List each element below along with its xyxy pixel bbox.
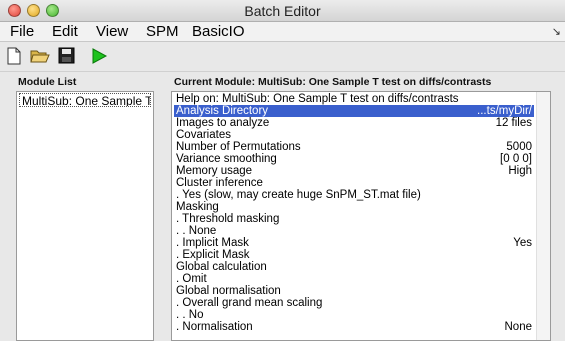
menu-edit[interactable]: Edit [52,23,78,40]
row-label: Covariates [176,129,231,141]
current-module-panel[interactable]: Help on: MultiSub: One Sample T test on … [171,91,551,341]
module-row-memory-usage[interactable]: Memory usage High [174,165,534,177]
row-label: Masking [176,201,219,213]
module-row-images-to-analyze[interactable]: Images to analyze 12 files [174,117,534,129]
row-label: Number of Permutations [176,141,301,153]
row-label: Help on: MultiSub: One Sample T test on … [176,93,459,105]
row-label: . Omit [176,273,207,285]
dock-arrow-icon[interactable]: ↘ [552,25,561,38]
row-label: . Explicit Mask [176,249,250,261]
row-label: Variance smoothing [176,153,277,165]
menu-view[interactable]: View [96,23,128,40]
current-module-label: Current Module: MultiSub: One Sample T t… [174,76,492,88]
module-list-label: Module List [18,76,77,88]
row-value: Yes [513,237,532,249]
module-row-no[interactable]: . . No [174,309,534,321]
module-row-global-calculation[interactable]: Global calculation [174,261,534,273]
row-label: Images to analyze [176,117,270,129]
module-row-threshold-masking[interactable]: . Threshold masking [174,213,534,225]
row-value: 5000 [506,141,532,153]
row-value: 12 files [495,117,532,129]
row-label: Memory usage [176,165,253,177]
module-row-variance-smoothing[interactable]: Variance smoothing [0 0 0] [174,153,534,165]
row-label: . . No [176,309,204,321]
row-label: . Implicit Mask [176,237,249,249]
new-file-icon[interactable] [6,47,26,67]
save-icon[interactable] [58,47,78,67]
menu-spm[interactable]: SPM [146,23,179,40]
window-title: Batch Editor [244,3,321,19]
module-row-normalisation[interactable]: . Normalisation None [174,321,534,333]
row-label: . . None [176,225,217,237]
row-label: Cluster inference [176,177,263,189]
row-label: Global calculation [176,261,267,273]
row-value: ...ts/myDir/ [477,105,532,117]
row-value: [0 0 0] [500,153,532,165]
module-row-masking[interactable]: Masking [174,201,534,213]
row-label: Analysis Directory [176,105,269,117]
module-row-cluster-inference[interactable]: Cluster inference [174,177,534,189]
menu-file[interactable]: File [10,23,34,40]
module-row-analysis-directory[interactable]: Analysis Directory ...ts/myDir/ [174,105,534,117]
row-label: . Normalisation [176,321,253,333]
menu-bar: File Edit View SPM BasicIO ↘ [0,22,565,42]
module-row-yes-slow-may-create-huge-snpm-st-mat-file[interactable]: . Yes (slow, may create huge SnPM_ST.mat… [174,189,534,201]
row-label: . Threshold masking [176,213,280,225]
module-row-global-normalisation[interactable]: Global normalisation [174,285,534,297]
module-list-item[interactable]: MultiSub: One Sample T test on diffs/con… [19,93,151,107]
module-row-explicit-mask[interactable]: . Explicit Mask [174,249,534,261]
row-value: High [508,165,532,177]
row-label: . Overall grand mean scaling [176,297,323,309]
row-label: Global normalisation [176,285,281,297]
menu-basicio[interactable]: BasicIO [192,23,245,40]
open-folder-icon[interactable] [30,47,50,67]
title-bar: Batch Editor [0,0,565,22]
toolbar [0,42,565,72]
module-row-omit[interactable]: . Omit [174,273,534,285]
scrollbar[interactable] [536,92,550,340]
module-row-none[interactable]: . . None [174,225,534,237]
module-list[interactable]: MultiSub: One Sample T test on diffs/con… [16,91,154,341]
module-row-overall-grand-mean-scaling[interactable]: . Overall grand mean scaling [174,297,534,309]
module-row-number-of-permutations[interactable]: Number of Permutations 5000 [174,141,534,153]
row-value: None [504,321,533,333]
module-row-implicit-mask[interactable]: . Implicit Mask Yes [174,237,534,249]
module-row-covariates[interactable]: Covariates [174,129,534,141]
run-icon[interactable] [90,47,110,67]
module-row-help-on-multisub-one-sample-t-test-on-diffs-contrasts[interactable]: Help on: MultiSub: One Sample T test on … [174,93,534,105]
row-label: . Yes (slow, may create huge SnPM_ST.mat… [176,189,421,201]
